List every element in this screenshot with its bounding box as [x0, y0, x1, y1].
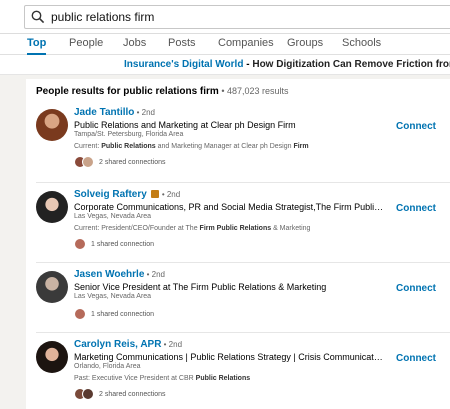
search-input[interactable] [51, 7, 450, 27]
shared-connections-label: 1 shared connection [91, 310, 155, 318]
results-header: People results for public relations firm… [36, 86, 289, 97]
shared-avatar [82, 388, 94, 400]
person-name[interactable]: Solveig Raftery [74, 189, 147, 200]
linkedin-premium-icon [150, 190, 159, 199]
current-highlight: Firm Public Relations [199, 225, 272, 232]
shared-avatar [82, 156, 94, 168]
person-info: Solveig Raftery • 2nd Corporate Communic… [74, 189, 384, 251]
person-headline: Corporate Communications, PR and Social … [74, 202, 384, 212]
shared-connections[interactable]: 2 shared connections [74, 155, 384, 169]
shared-connections[interactable]: 1 shared connection [74, 237, 384, 251]
connect-button[interactable]: Connect [396, 283, 436, 294]
connection-degree: • 2nd [161, 340, 183, 349]
shared-connections-label: 2 shared connections [99, 158, 166, 166]
list-item: Jade Tantillo • 2nd Public Relations and… [26, 103, 450, 183]
person-headline: Public Relations and Marketing at Clear … [74, 120, 296, 130]
tab-companies[interactable]: Companies [218, 37, 274, 55]
person-name[interactable]: Jade Tantillo [74, 107, 134, 118]
connection-degree: • 2nd [159, 190, 181, 199]
list-item: Carolyn Reis, APR • 2nd Marketing Commun… [26, 333, 450, 409]
current-highlight-2: Firm [293, 143, 309, 150]
connect-button[interactable]: Connect [396, 203, 436, 214]
current-highlight: Public Relations [195, 375, 251, 382]
current-prefix: Current: President/CEO/Founder at The [74, 225, 200, 232]
person-location: Tampa/St. Petersburg, Florida Area [74, 131, 184, 138]
current-middle: and Marketing Manager at Clear ph Design [155, 143, 294, 150]
person-location: Las Vegas, Nevada Area [74, 293, 152, 300]
current-position: Current: Public Relations and Marketing … [74, 143, 384, 150]
shared-connections-label: 2 shared connections [99, 390, 166, 398]
person-name[interactable]: Carolyn Reis, APR [74, 339, 161, 350]
current-prefix: Current: [74, 143, 102, 150]
ad-banner-text: How Digitization Can Remove Friction fro… [252, 59, 450, 70]
avatar[interactable] [36, 109, 68, 141]
people-results: People results for public relations firm… [26, 79, 450, 409]
avatar[interactable] [36, 271, 68, 303]
result-tabs: Top People Jobs Posts Companies Groups S… [0, 34, 450, 55]
ad-banner-link[interactable]: Insurance's Digital World [124, 59, 243, 70]
avatar[interactable] [36, 341, 68, 373]
current-middle: & Marketing [271, 225, 311, 232]
tab-schools[interactable]: Schools [342, 37, 381, 55]
tab-people[interactable]: People [69, 37, 103, 55]
tab-groups[interactable]: Groups [287, 37, 323, 55]
results-count: • 487,023 results [218, 86, 289, 96]
connection-degree: • 2nd [134, 108, 155, 117]
connection-degree: • 2nd [144, 270, 165, 279]
shared-connections[interactable]: 2 shared connections [74, 387, 384, 401]
connect-button[interactable]: Connect [396, 121, 436, 132]
current-position: Past: Executive Vice President at CBR Pu… [74, 375, 384, 382]
person-info: Jasen Woehrle • 2nd Senior Vice Presiden… [74, 269, 384, 321]
list-item: Solveig Raftery • 2nd Corporate Communic… [26, 183, 450, 263]
shared-avatar [74, 308, 86, 320]
person-headline: Senior Vice President at The Firm Public… [74, 282, 327, 292]
avatar[interactable] [36, 191, 68, 223]
ad-banner-dash: - [243, 59, 253, 70]
search-box[interactable] [24, 5, 450, 29]
current-position: Current: President/CEO/Founder at The Fi… [74, 225, 384, 232]
person-location: Las Vegas, Nevada Area [74, 213, 152, 220]
search-icon [31, 10, 45, 24]
shared-avatar [74, 238, 86, 250]
person-headline: Marketing Communications | Public Relati… [74, 352, 384, 362]
list-item: Jasen Woehrle • 2nd Senior Vice Presiden… [26, 263, 450, 333]
person-info: Carolyn Reis, APR • 2nd Marketing Commun… [74, 339, 384, 401]
results-title: People results for public relations firm [36, 86, 219, 97]
ad-banner[interactable]: Insurance's Digital World - How Digitiza… [0, 55, 450, 75]
current-prefix: Past: Executive Vice President at CBR [74, 375, 196, 382]
tab-jobs[interactable]: Jobs [123, 37, 146, 55]
connect-button[interactable]: Connect [396, 353, 436, 364]
shared-connections-label: 1 shared connection [91, 240, 155, 248]
person-location: Orlando, Florida Area [74, 363, 141, 370]
shared-connections[interactable]: 1 shared connection [74, 307, 384, 321]
search-bar [0, 0, 450, 34]
tab-top[interactable]: Top [27, 37, 47, 55]
person-name[interactable]: Jasen Woehrle [74, 269, 144, 280]
current-highlight: Public Relations [101, 143, 156, 150]
person-info: Jade Tantillo • 2nd Public Relations and… [74, 107, 384, 169]
tab-posts[interactable]: Posts [168, 37, 196, 55]
